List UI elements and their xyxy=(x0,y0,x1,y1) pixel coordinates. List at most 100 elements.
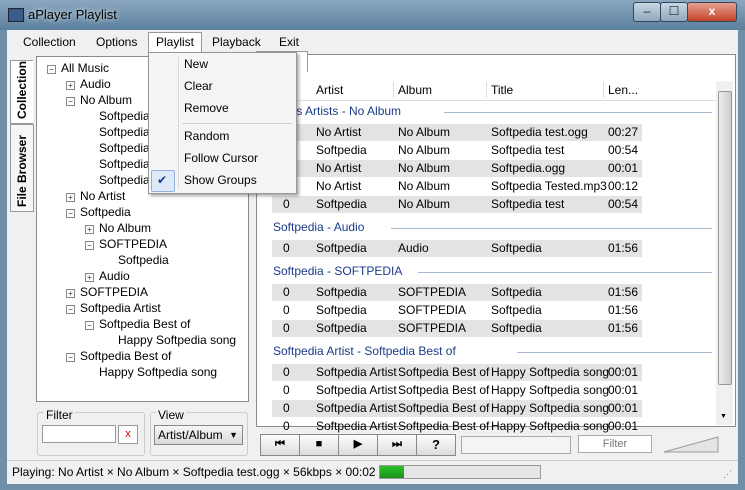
tree-node[interactable]: Audio xyxy=(99,269,130,283)
column-header[interactable]: Artist xyxy=(316,80,343,100)
playlist-cell: Softpedia Artist xyxy=(316,419,397,433)
help-button[interactable]: ? xyxy=(416,434,456,456)
playlist-cell: Softpedia Artist xyxy=(316,401,397,415)
group-divider xyxy=(516,352,712,353)
tree-node[interactable]: Softpedia Best of xyxy=(99,317,190,331)
tree-node[interactable]: Softpedia xyxy=(80,205,131,219)
menu-item-follow-cursor[interactable]: Follow Cursor xyxy=(184,151,258,165)
playlist-row[interactable]: 0No ArtistNo AlbumSoftpedia test.ogg00:2… xyxy=(272,124,642,141)
tree-node[interactable]: No Artist xyxy=(80,189,125,203)
menu-item-new[interactable]: New xyxy=(184,57,208,71)
menu-playlist[interactable]: Playlist xyxy=(148,32,203,53)
minimize-button[interactable]: – xyxy=(633,2,661,22)
playlist-row[interactable]: 0 Softpedia Artist Softpedia Best of Happy … xyxy=(272,382,642,399)
playlist-cell: Softpedia xyxy=(491,285,542,299)
tree-node[interactable]: All Music xyxy=(61,61,109,75)
playlist-cell: No Artist xyxy=(316,161,362,175)
view-select[interactable]: Artist/Album ▼ xyxy=(154,425,243,445)
tree-node[interactable]: Softpedia xyxy=(99,173,150,187)
column-header[interactable]: Title xyxy=(491,80,513,100)
title-bar[interactable]: aPlayer Playlist – ☐ x xyxy=(0,0,745,30)
stop-button[interactable]: ■ xyxy=(299,434,339,456)
menu-item-clear[interactable]: Clear xyxy=(184,79,213,93)
column-header[interactable]: Album xyxy=(398,80,432,100)
menu-options[interactable]: Options xyxy=(89,33,144,51)
playlist-row[interactable]: 0No ArtistNo AlbumSoftpedia Tested.mp300… xyxy=(272,178,642,195)
menu-item-random[interactable]: Random xyxy=(184,129,229,143)
playlist-row[interactable]: 0No ArtistNo AlbumSoftpedia.ogg00:01 xyxy=(272,160,642,177)
filter-clear-button[interactable]: x xyxy=(118,425,138,444)
play-button[interactable]: ▶ xyxy=(338,434,378,456)
playlist-row[interactable]: 0 Softpedia SOFTPEDIA Softpedia 01:56 xyxy=(272,320,642,337)
column-header[interactable]: Len... xyxy=(608,80,638,100)
tree-node[interactable]: Happy Softpedia song xyxy=(118,333,236,347)
playlist-cell: 01:56 xyxy=(608,241,639,255)
playlist-row[interactable]: 0SoftpediaNo AlbumSoftpedia test00:54 xyxy=(272,196,642,213)
menu-playback[interactable]: Playback xyxy=(205,33,268,51)
tree-expander[interactable]: − xyxy=(85,241,94,250)
volume-slider[interactable] xyxy=(662,434,720,454)
playlist-row[interactable]: 0 Softpedia Artist Softpedia Best of Happy … xyxy=(272,364,642,381)
tree-node[interactable]: Softpedia Artist xyxy=(80,301,161,315)
playlist-cell: 00:01 xyxy=(608,383,639,397)
seek-bar[interactable] xyxy=(461,436,571,454)
tree-node[interactable]: SOFTPEDIA xyxy=(80,285,148,299)
tree-expander[interactable]: + xyxy=(66,81,75,90)
playlist-cell: Softpedia xyxy=(491,241,542,255)
playlist-cell: Softpedia xyxy=(316,321,367,335)
tree-node[interactable]: SOFTPEDIA xyxy=(99,237,167,251)
tree-expander[interactable]: − xyxy=(66,209,75,218)
tree-expander[interactable]: − xyxy=(85,321,94,330)
vertical-scrollbar[interactable]: ▼ xyxy=(716,81,733,425)
menu-item-remove[interactable]: Remove xyxy=(184,101,229,115)
tree-expander[interactable]: − xyxy=(66,353,75,362)
playlist-cell: 0 xyxy=(283,321,290,335)
tree-node[interactable]: Softpedia xyxy=(99,157,150,171)
tree-expander[interactable]: + xyxy=(85,273,94,282)
tab-collection[interactable]: Collection xyxy=(10,60,33,124)
tree-node[interactable]: Happy Softpedia song xyxy=(99,365,217,379)
playlist-row[interactable]: 0 Softpedia SOFTPEDIA Softpedia 01:56 xyxy=(272,284,642,301)
playlist-cell: Happy Softpedia song xyxy=(491,419,610,433)
playlist-row[interactable]: 0 Softpedia SOFTPEDIA Softpedia 01:56 xyxy=(272,302,642,319)
playlist-filter-input[interactable] xyxy=(578,435,652,453)
tree-node[interactable]: No Album xyxy=(99,221,151,235)
tree-expander[interactable]: − xyxy=(66,97,75,106)
tree-expander[interactable]: − xyxy=(66,305,75,314)
playlist-cell: 01:56 xyxy=(608,303,639,317)
tree-node[interactable]: No Album xyxy=(80,93,132,107)
column-divider[interactable] xyxy=(486,82,487,98)
tree-expander[interactable]: + xyxy=(66,289,75,298)
tab-file-browser[interactable]: File Browser xyxy=(10,124,34,212)
next-button[interactable]: ⏭ xyxy=(377,434,417,456)
playlist-cell: Softpedia Best of xyxy=(398,419,490,433)
playlist-row[interactable]: 0 Softpedia Artist Softpedia Best of Happy … xyxy=(272,418,642,435)
playlist-row[interactable]: 0 Softpedia Artist Softpedia Best of Happy … xyxy=(272,400,642,417)
tree-expander[interactable]: + xyxy=(85,225,94,234)
tree-expander[interactable]: + xyxy=(66,193,75,202)
tree-node[interactable]: Audio xyxy=(80,77,111,91)
tree-node[interactable]: Softpedia xyxy=(118,253,169,267)
playlist-row[interactable]: 0 Softpedia Audio Softpedia 01:56 xyxy=(272,240,642,257)
playlist-cell: 0 xyxy=(283,241,290,255)
tree-expander[interactable]: − xyxy=(47,65,56,74)
scroll-down-icon[interactable]: ▼ xyxy=(720,413,727,420)
resize-grip-icon[interactable]: ⋰ xyxy=(723,469,732,480)
previous-button[interactable]: ⏮ xyxy=(260,434,300,456)
filter-input[interactable] xyxy=(42,425,116,443)
column-divider[interactable] xyxy=(393,82,394,98)
column-divider[interactable] xyxy=(603,82,604,98)
playlist-row[interactable]: 0SoftpediaNo AlbumSoftpedia test00:54 xyxy=(272,142,642,159)
menu-item-show-groups[interactable]: Show Groups xyxy=(184,173,257,187)
menu-exit[interactable]: Exit xyxy=(272,33,306,51)
menu-collection[interactable]: Collection xyxy=(16,33,83,51)
scrollbar-thumb[interactable] xyxy=(718,91,732,385)
maximize-button[interactable]: ☐ xyxy=(660,2,688,22)
playlist-cell: No Artist xyxy=(316,179,362,193)
tree-node[interactable]: Softpedia xyxy=(99,125,150,139)
close-button[interactable]: x xyxy=(687,2,737,22)
tree-node[interactable]: Softpedia Best of xyxy=(80,349,171,363)
playlist-cell: No Artist xyxy=(316,125,362,139)
tree-node[interactable]: Softpedia xyxy=(99,109,150,123)
tree-node[interactable]: Softpedia xyxy=(99,141,150,155)
